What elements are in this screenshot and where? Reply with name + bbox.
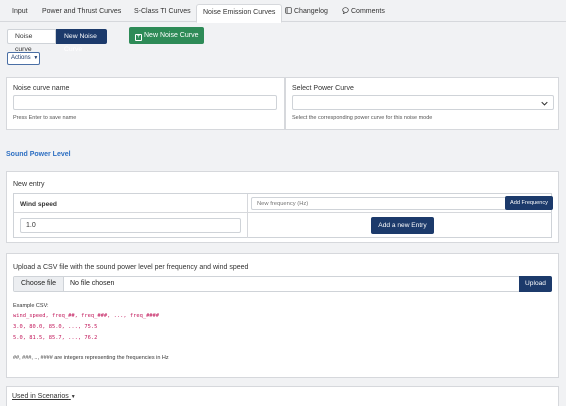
tab-comments[interactable]: Comments [336, 5, 391, 22]
example-csv-line: 3.0, 80.0, 85.0, ..., 75.5 [13, 324, 98, 330]
noise-curve-name-label: Noise curve name [13, 85, 70, 92]
tab-s-class-ti-curves[interactable]: S-Class TI Curves [128, 5, 197, 22]
used-in-scenarios-panel: Used in Scenarios ▼ [6, 386, 559, 406]
add-new-entry-button[interactable]: Add a new Entry [371, 217, 434, 234]
new-entry-label: New entry [13, 181, 45, 188]
actions-dropdown[interactable]: Actions ▼ [7, 52, 40, 65]
tab-changelog[interactable]: Changelog [279, 5, 334, 22]
power-curve-hint: Select the corresponding power curve for… [292, 115, 433, 121]
add-frequency-button[interactable]: Add Frequency [505, 196, 553, 210]
example-csv-line: 5.0, 81.5, 85.7, ..., 76.2 [13, 335, 98, 341]
tab-comments-label: Comments [351, 8, 385, 15]
sound-power-level-title: Sound Power Level [6, 151, 71, 158]
example-csv-label: Example CSV: [13, 303, 49, 309]
frequency-note: ##, ###, .., #### are integers represent… [13, 355, 169, 361]
new-entry-panel: New entry Wind speed Add Frequency Add a… [6, 171, 559, 243]
create-new-noise-curve-button[interactable]: + New Noise Curve [129, 27, 204, 44]
chevron-down-icon [541, 101, 548, 106]
new-noise-curve-tab[interactable]: New Noise Curve [56, 29, 107, 53]
used-in-scenarios-toggle[interactable]: Used in Scenarios ▼ [12, 393, 76, 400]
no-file-chosen-text: No file chosen [70, 280, 115, 287]
book-icon [285, 5, 292, 18]
file-input[interactable]: Choose file No file chosen [13, 276, 520, 292]
tab-bar: Input Power and Thrust Curves S-Class TI… [0, 0, 566, 23]
select-power-curve-label: Select Power Curve [292, 85, 354, 92]
comment-icon [342, 5, 349, 18]
tab-input[interactable]: Input [6, 5, 34, 22]
tab-changelog-label: Changelog [294, 8, 328, 15]
noise-curve-name-hint: Press Enter to save name [13, 115, 77, 121]
used-in-scenarios-label: Used in Scenarios [12, 393, 69, 400]
create-new-noise-curve-label: New Noise Curve [144, 32, 199, 39]
noise-curve-name-panel: Noise curve name Press Enter to save nam… [6, 77, 285, 130]
tab-noise-emission-label: Noise Emission Curves [203, 9, 276, 16]
tab-power-thrust-label: Power and Thrust Curves [42, 8, 122, 15]
tab-noise-emission-curves[interactable]: Noise Emission Curves [196, 4, 283, 23]
noise-curve-selector[interactable]: Noise curve [7, 29, 56, 53]
tab-power-thrust-curves[interactable]: Power and Thrust Curves [36, 5, 127, 22]
wind-speed-input[interactable] [20, 218, 241, 233]
power-curve-panel: Select Power Curve Select the correspond… [285, 77, 559, 130]
tab-input-label: Input [12, 8, 28, 15]
choose-file-button[interactable]: Choose file [14, 277, 64, 291]
example-csv-line: wind_speed, freq_##, freq_###, ..., freq… [13, 313, 160, 319]
caret-down-icon: ▼ [33, 55, 39, 61]
caret-down-icon: ▼ [70, 394, 76, 400]
wind-speed-header: Wind speed [20, 201, 57, 208]
noise-curve-name-input[interactable] [13, 95, 277, 110]
power-curve-select[interactable] [292, 95, 554, 110]
upload-csv-panel: Upload a CSV file with the sound power l… [6, 253, 559, 378]
table-divider-horizontal [14, 212, 552, 213]
plus-icon: + [135, 34, 142, 41]
upload-button[interactable]: Upload [519, 276, 552, 292]
new-frequency-input[interactable] [251, 197, 507, 210]
entry-table: Wind speed Add Frequency Add a new Entry [13, 193, 553, 238]
table-divider-vertical [247, 194, 248, 238]
upload-csv-title: Upload a CSV file with the sound power l… [13, 264, 249, 271]
tab-s-class-label: S-Class TI Curves [134, 8, 191, 15]
actions-label: Actions [11, 55, 31, 61]
